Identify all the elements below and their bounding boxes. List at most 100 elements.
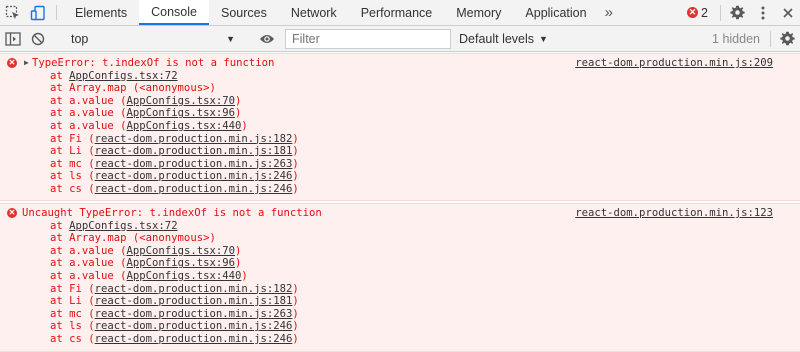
stack-frame-function: at Fi ( — [50, 132, 95, 145]
stack-frame-location-link[interactable]: AppConfigs.tsx:72 — [69, 220, 177, 232]
more-options-icon[interactable] — [750, 0, 775, 25]
stack-frame-location-link[interactable]: AppConfigs.tsx:72 — [69, 70, 177, 82]
stack-frame-close-paren: ) — [292, 145, 299, 158]
stack-frame-close-paren: ) — [241, 119, 248, 132]
stack-frame: at a.value (AppConfigs.tsx:440) — [0, 270, 800, 283]
stack-frame-function: at a.value ( — [50, 119, 127, 132]
stack-frame-location-link[interactable]: react-dom.production.min.js:246 — [95, 320, 293, 332]
expand-triangle-icon[interactable]: ▶ — [24, 57, 29, 70]
tabbar-right-group: ✕ 2 — [679, 0, 800, 25]
stack-frame-location-link[interactable]: AppConfigs.tsx:70 — [127, 245, 235, 257]
error-circle-icon: ✕ — [687, 7, 699, 18]
inspect-element-icon[interactable] — [0, 0, 25, 25]
show-sidebar-icon[interactable] — [0, 26, 25, 51]
stack-frame: at cs (react-dom.production.min.js:246) — [0, 183, 800, 196]
stack-frame-function: at Fi ( — [50, 282, 95, 295]
hidden-messages-count: 1 hidden — [712, 31, 760, 46]
console-output: ✕ ▶ TypeError: t.indexOf is not a function… — [0, 53, 800, 352]
error-count-badge[interactable]: ✕ 2 — [679, 6, 716, 20]
stack-frame-location-link[interactable]: AppConfigs.tsx:440 — [127, 270, 242, 282]
tab-elements[interactable]: Elements — [63, 0, 139, 25]
toolbar-divider — [770, 30, 771, 47]
devtools-tabbar: Elements Console Sources Network Perform… — [0, 0, 800, 26]
stack-frame-function: at a.value ( — [50, 244, 127, 257]
stack-frame: at a.value (AppConfigs.tsx:96) — [0, 107, 800, 120]
stack-frame-close-paren: ) — [234, 94, 242, 107]
stack-frame-location-link[interactable]: react-dom.production.min.js:263 — [95, 158, 293, 170]
stack-frame: at a.value (AppConfigs.tsx:96) — [0, 257, 800, 270]
stack-frame-function: at a.value ( — [50, 94, 127, 107]
stack-frame-location-link[interactable]: react-dom.production.min.js:246 — [95, 333, 293, 345]
clear-console-icon[interactable] — [25, 26, 50, 51]
stack-frame-close-paren: ) — [241, 269, 248, 282]
stack-frame: at a.value (AppConfigs.tsx:440) — [0, 120, 800, 133]
stack-frame-close-paren: ) — [292, 170, 299, 183]
stack-frame-close-paren: ) — [292, 182, 299, 195]
settings-gear-icon[interactable] — [725, 0, 750, 25]
stack-frame-location-link[interactable]: AppConfigs.tsx:70 — [127, 95, 235, 107]
error-source-link[interactable]: react-dom.production.min.js:209 — [575, 57, 773, 70]
dropdown-arrow-icon: ▼ — [226, 33, 235, 44]
stack-frame: at mc (react-dom.production.min.js:263) — [0, 158, 800, 171]
error-message-header[interactable]: ✕ ▶ TypeError: t.indexOf is not a function… — [0, 57, 800, 70]
error-source-link[interactable]: react-dom.production.min.js:123 — [575, 207, 773, 220]
stack-frame: at Array.map (<anonymous>) — [0, 232, 800, 245]
stack-frame-location-link[interactable]: AppConfigs.tsx:96 — [127, 107, 235, 119]
console-toolbar: top ▼ Default levels ▼ 1 hidden — [0, 26, 800, 52]
stack-frame: at AppConfigs.tsx:72 — [0, 220, 800, 233]
filter-input[interactable] — [285, 28, 451, 49]
stack-frame-function: at ls ( — [50, 170, 95, 183]
tab-console[interactable]: Console — [139, 0, 209, 25]
stack-frame-close-paren: ) — [234, 107, 242, 120]
stack-frame-location-link[interactable]: AppConfigs.tsx:440 — [127, 120, 242, 132]
tab-network[interactable]: Network — [279, 0, 349, 25]
dropdown-arrow-icon: ▼ — [539, 33, 548, 44]
stack-frame-location-link[interactable]: react-dom.production.min.js:181 — [95, 295, 293, 307]
stack-frame: at Array.map (<anonymous>) — [0, 82, 800, 95]
close-devtools-icon[interactable] — [775, 0, 800, 25]
tab-application[interactable]: Application — [513, 0, 598, 25]
error-message-header: ✕ Uncaught TypeError: t.indexOf is not a … — [0, 207, 800, 220]
stack-frame-location-link[interactable]: react-dom.production.min.js:246 — [95, 183, 293, 195]
console-error-message: ✕ ▶ TypeError: t.indexOf is not a function… — [0, 53, 800, 201]
stack-frame-location-link[interactable]: AppConfigs.tsx:96 — [127, 257, 235, 269]
stack-frame-location-link[interactable]: react-dom.production.min.js:182 — [95, 133, 293, 145]
stack-frame-close-paren: ) — [292, 157, 299, 170]
stack-frame-function: at Array.map (<anonymous>) — [50, 82, 216, 95]
stack-frame: at mc (react-dom.production.min.js:263) — [0, 308, 800, 321]
stack-frame: at Li (react-dom.production.min.js:181) — [0, 145, 800, 158]
device-toolbar-icon[interactable] — [25, 0, 50, 25]
stack-frame-close-paren: ) — [292, 320, 299, 333]
more-tabs-button[interactable]: » — [599, 0, 619, 25]
console-error-message: ✕ Uncaught TypeError: t.indexOf is not a … — [0, 203, 800, 352]
log-levels-dropdown[interactable]: Default levels ▼ — [459, 32, 548, 46]
stack-frame-function: at mc ( — [50, 157, 95, 170]
stack-frame-location-link[interactable]: react-dom.production.min.js:181 — [95, 145, 293, 157]
tab-sources[interactable]: Sources — [209, 0, 279, 25]
error-circle-icon: ✕ — [7, 208, 17, 218]
stack-frame-function: at a.value ( — [50, 257, 127, 270]
stack-frame-function: at ls ( — [50, 320, 95, 333]
console-settings-gear-icon[interactable] — [775, 26, 800, 51]
error-message-text: Uncaught TypeError: t.indexOf is not a f… — [22, 207, 322, 219]
stack-frame-close-paren: ) — [292, 332, 299, 345]
stack-frame-function: at Array.map (<anonymous>) — [50, 232, 216, 245]
stack-frame-function: at — [50, 69, 70, 82]
stack-frame-location-link[interactable]: react-dom.production.min.js:263 — [95, 308, 293, 320]
stack-frame: at a.value (AppConfigs.tsx:70) — [0, 245, 800, 258]
execution-context-select[interactable]: top ▼ — [65, 28, 241, 50]
live-expression-eye-icon[interactable] — [254, 26, 279, 51]
error-circle-icon: ✕ — [7, 58, 17, 68]
tab-memory[interactable]: Memory — [444, 0, 513, 25]
error-count: 2 — [701, 5, 708, 20]
tab-performance[interactable]: Performance — [349, 0, 445, 25]
stack-frame-function: at Li ( — [50, 145, 95, 158]
stack-frame-location-link[interactable]: react-dom.production.min.js:182 — [95, 283, 293, 295]
stack-frame-function: at cs ( — [50, 332, 95, 345]
stack-frame-function: at Li ( — [50, 295, 95, 308]
toolbar-divider — [56, 5, 57, 20]
stack-frame: at Fi (react-dom.production.min.js:182) — [0, 133, 800, 146]
stack-frame-function: at a.value ( — [50, 269, 127, 282]
log-levels-label: Default levels — [459, 31, 535, 46]
stack-frame-location-link[interactable]: react-dom.production.min.js:246 — [95, 170, 293, 182]
